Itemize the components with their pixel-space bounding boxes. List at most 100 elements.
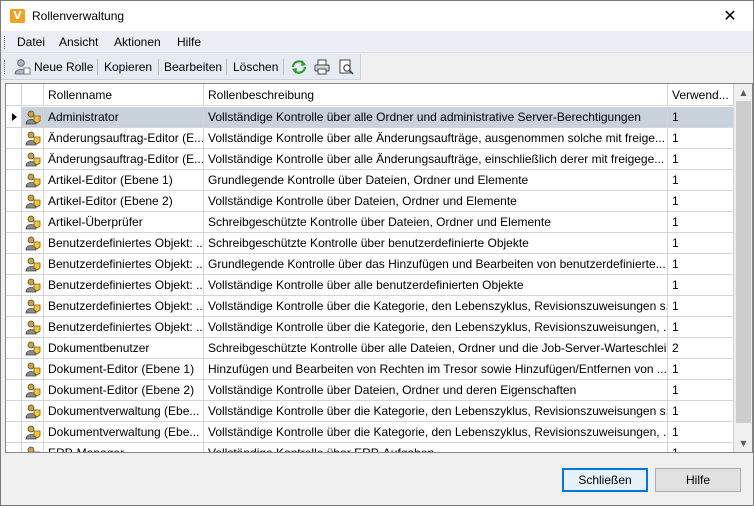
- role-name-cell[interactable]: Benutzerdefiniertes Objekt: ...: [44, 254, 204, 275]
- refresh-icon[interactable]: [290, 58, 308, 76]
- table-row[interactable]: Dokument-Editor (Ebene 2) Vollständige Ko…: [6, 380, 734, 401]
- role-usage-cell[interactable]: 1: [668, 212, 734, 233]
- table-row[interactable]: Benutzerdefiniertes Objekt: ... Vollständ…: [6, 296, 734, 317]
- table-row[interactable]: Artikel-Editor (Ebene 2) Vollständige Kon…: [6, 191, 734, 212]
- role-usage-cell[interactable]: 2: [668, 338, 734, 359]
- new-role-button[interactable]: Neue Rolle: [34, 57, 93, 77]
- role-name-cell[interactable]: Änderungsauftrag-Editor (E...: [44, 128, 204, 149]
- table-row[interactable]: Dokument-Editor (Ebene 1) Hinzufügen und …: [6, 359, 734, 380]
- roles-grid[interactable]: Rollenname Rollenbeschreibung Verwend...…: [5, 83, 753, 453]
- role-description-cell[interactable]: Vollständige Kontrolle über Dateien, Ord…: [204, 191, 668, 212]
- role-name-cell[interactable]: Benutzerdefiniertes Objekt: ...: [44, 275, 204, 296]
- role-name-cell[interactable]: Artikel-Editor (Ebene 2): [44, 191, 204, 212]
- vertical-scrollbar[interactable]: ▲ ▼: [734, 84, 752, 452]
- table-row[interactable]: Dokumentverwaltung (Ebe... Vollständige K…: [6, 422, 734, 443]
- role-name-cell[interactable]: Artikel-Überprüfer: [44, 212, 204, 233]
- print-preview-icon[interactable]: [337, 58, 355, 76]
- role-description-cell[interactable]: Vollständige Kontrolle über Dateien, Ord…: [204, 380, 668, 401]
- table-row[interactable]: Artikel-Überprüfer Schreibgeschützte Kont…: [6, 212, 734, 233]
- role-usage-cell[interactable]: 1: [668, 422, 734, 443]
- row-selector[interactable]: [6, 380, 22, 401]
- role-name-cell[interactable]: Dokument-Editor (Ebene 1): [44, 359, 204, 380]
- role-description-cell[interactable]: Grundlegende Kontrolle über Dateien, Ord…: [204, 170, 668, 191]
- edit-button[interactable]: Bearbeiten: [164, 57, 222, 77]
- table-row[interactable]: Benutzerdefiniertes Objekt: ... Vollständ…: [6, 317, 734, 338]
- role-usage-cell[interactable]: 1: [668, 359, 734, 380]
- role-usage-cell[interactable]: 1: [668, 296, 734, 317]
- column-header-usage[interactable]: Verwend...: [668, 84, 734, 106]
- role-usage-cell[interactable]: 1: [668, 317, 734, 338]
- delete-button[interactable]: Löschen: [233, 57, 278, 77]
- table-row[interactable]: Benutzerdefiniertes Objekt: ... Schreibge…: [6, 233, 734, 254]
- row-selector[interactable]: [6, 443, 22, 452]
- scroll-down-icon[interactable]: ▼: [735, 435, 752, 452]
- menu-grip[interactable]: [4, 36, 7, 49]
- role-description-cell[interactable]: Vollständige Kontrolle über die Kategori…: [204, 317, 668, 338]
- row-selector[interactable]: [6, 212, 22, 233]
- role-name-cell[interactable]: Dokumentbenutzer: [44, 338, 204, 359]
- column-header-role-description[interactable]: Rollenbeschreibung: [204, 84, 668, 106]
- role-name-cell[interactable]: Benutzerdefiniertes Objekt: ...: [44, 296, 204, 317]
- table-row[interactable]: Änderungsauftrag-Editor (E... Vollständig…: [6, 128, 734, 149]
- role-usage-cell[interactable]: 1: [668, 149, 734, 170]
- role-name-cell[interactable]: Dokumentverwaltung (Ebe...: [44, 422, 204, 443]
- role-name-cell[interactable]: Artikel-Editor (Ebene 1): [44, 170, 204, 191]
- role-name-cell[interactable]: Änderungsauftrag-Editor (E...: [44, 149, 204, 170]
- role-usage-cell[interactable]: 1: [668, 191, 734, 212]
- table-row[interactable]: ERP-Manager Vollständige Kontrolle über E…: [6, 443, 734, 452]
- row-selector[interactable]: [6, 317, 22, 338]
- print-icon[interactable]: [313, 58, 331, 76]
- table-row[interactable]: Dokumentverwaltung (Ebe... Vollständige K…: [6, 401, 734, 422]
- row-selector[interactable]: [6, 128, 22, 149]
- role-usage-cell[interactable]: 1: [668, 401, 734, 422]
- role-usage-cell[interactable]: 1: [668, 233, 734, 254]
- close-window-button[interactable]: ✕: [707, 1, 753, 31]
- role-usage-cell[interactable]: 1: [668, 380, 734, 401]
- row-selector[interactable]: [6, 191, 22, 212]
- menu-file[interactable]: Datei: [17, 35, 45, 49]
- role-description-cell[interactable]: Vollständige Kontrolle über alle Ordner …: [204, 107, 668, 128]
- role-description-cell[interactable]: Vollständige Kontrolle über alle benutze…: [204, 275, 668, 296]
- table-row[interactable]: Dokumentbenutzer Schreibgeschützte Kontro…: [6, 338, 734, 359]
- table-row[interactable]: Benutzerdefiniertes Objekt: ... Vollständ…: [6, 275, 734, 296]
- table-row[interactable]: Administrator Vollständige Kontrolle über…: [6, 107, 734, 128]
- role-usage-cell[interactable]: 1: [668, 254, 734, 275]
- role-name-cell[interactable]: ERP-Manager: [44, 443, 204, 452]
- row-selector[interactable]: [6, 422, 22, 443]
- role-description-cell[interactable]: Vollständige Kontrolle über ERP-Aufgaben: [204, 443, 668, 452]
- help-button[interactable]: Hilfe: [655, 468, 741, 492]
- role-name-cell[interactable]: Dokument-Editor (Ebene 2): [44, 380, 204, 401]
- role-usage-cell[interactable]: 1: [668, 170, 734, 191]
- row-selector[interactable]: [6, 233, 22, 254]
- column-header-role-name[interactable]: Rollenname: [44, 84, 204, 106]
- table-row[interactable]: Benutzerdefiniertes Objekt: ... Grundlege…: [6, 254, 734, 275]
- table-row[interactable]: Änderungsauftrag-Editor (E... Vollständig…: [6, 149, 734, 170]
- toolbar-grip[interactable]: [4, 60, 7, 74]
- role-name-cell[interactable]: Administrator: [44, 107, 204, 128]
- role-usage-cell[interactable]: 1: [668, 443, 734, 452]
- scroll-up-icon[interactable]: ▲: [735, 84, 752, 101]
- role-usage-cell[interactable]: 1: [668, 107, 734, 128]
- role-description-cell[interactable]: Schreibgeschützte Kontrolle über Dateien…: [204, 212, 668, 233]
- menu-view[interactable]: Ansicht: [59, 35, 98, 49]
- row-selector[interactable]: [6, 170, 22, 191]
- role-name-cell[interactable]: Dokumentverwaltung (Ebe...: [44, 401, 204, 422]
- row-selector[interactable]: [6, 338, 22, 359]
- row-selector[interactable]: [6, 254, 22, 275]
- role-name-cell[interactable]: Benutzerdefiniertes Objekt: ...: [44, 317, 204, 338]
- role-description-cell[interactable]: Vollständige Kontrolle über die Kategori…: [204, 422, 668, 443]
- row-selector[interactable]: [6, 149, 22, 170]
- scroll-thumb[interactable]: [736, 101, 751, 423]
- row-selector[interactable]: [6, 296, 22, 317]
- row-selector[interactable]: [6, 275, 22, 296]
- role-description-cell[interactable]: Schreibgeschützte Kontrolle über alle Da…: [204, 338, 668, 359]
- role-usage-cell[interactable]: 1: [668, 128, 734, 149]
- role-description-cell[interactable]: Vollständige Kontrolle über die Kategori…: [204, 296, 668, 317]
- menu-help[interactable]: Hilfe: [177, 35, 201, 49]
- role-usage-cell[interactable]: 1: [668, 275, 734, 296]
- role-description-cell[interactable]: Vollständige Kontrolle über alle Änderun…: [204, 149, 668, 170]
- copy-button[interactable]: Kopieren: [104, 57, 152, 77]
- role-description-cell[interactable]: Vollständige Kontrolle über alle Änderun…: [204, 128, 668, 149]
- table-row[interactable]: Artikel-Editor (Ebene 1) Grundlegende Kon…: [6, 170, 734, 191]
- role-description-cell[interactable]: Hinzufügen und Bearbeiten von Rechten im…: [204, 359, 668, 380]
